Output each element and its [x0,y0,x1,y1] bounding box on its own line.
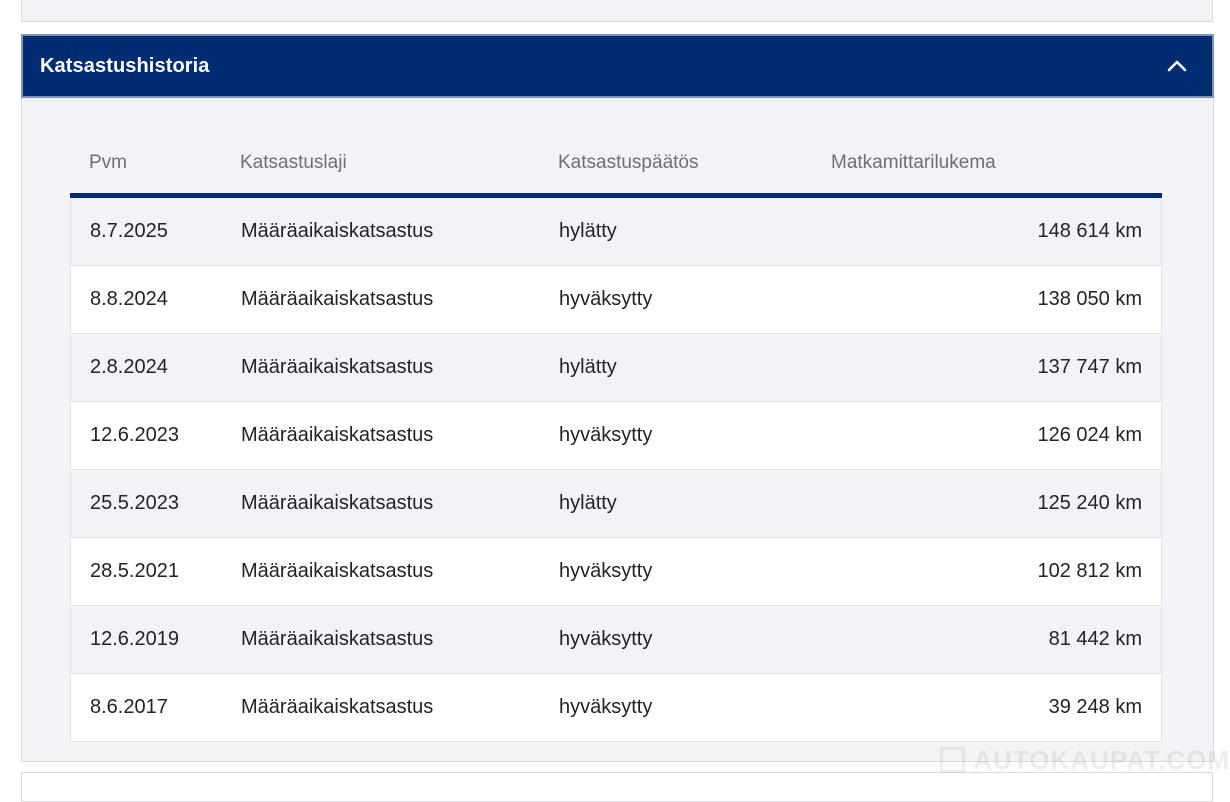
cell-date: 25.5.2023 [90,492,179,514]
cell-result: hylätty [559,220,617,242]
cell-result: hyväksytty [559,424,653,446]
cell-odometer: 39 248 km [1048,696,1142,718]
cell-type: Määräaikaiskatsastus [241,628,434,650]
inspection-history-header[interactable]: Katsastushistoria [21,34,1214,98]
cell-odometer: 81 442 km [1048,628,1142,650]
table-row: 12.6.2019 Määräaikaiskatsastus hyväksytt… [71,606,1161,674]
chevron-up-icon[interactable] [1166,55,1188,77]
cell-result: hyväksytty [559,696,653,718]
cell-odometer: 138 050 km [1037,288,1142,310]
table-row: 8.6.2017 Määräaikaiskatsastus hyväksytty… [71,674,1161,742]
cell-date: 8.6.2017 [90,696,168,718]
cell-type: Määräaikaiskatsastus [241,220,434,242]
cell-date: 12.6.2019 [90,628,179,650]
table-row: 12.6.2023 Määräaikaiskatsastus hyväksytt… [71,402,1161,470]
cell-date: 2.8.2024 [90,356,168,378]
cell-result: hyväksytty [559,560,653,582]
column-header-type: Katsastuslaji [240,152,347,173]
table-row: 25.5.2023 Määräaikaiskatsastus hylätty 1… [71,470,1161,538]
cell-date: 28.5.2021 [90,560,179,582]
cell-type: Määräaikaiskatsastus [241,288,434,310]
column-header-date: Pvm [89,152,127,173]
cell-odometer: 137 747 km [1037,356,1142,378]
table-header: Pvm Katsastuslaji Katsastuspäätös Matkam… [70,133,1162,198]
cell-date: 8.8.2024 [90,288,168,310]
table-row: 8.8.2024 Määräaikaiskatsastus hyväksytty… [71,266,1161,334]
cell-odometer: 102 812 km [1037,560,1142,582]
cell-type: Määräaikaiskatsastus [241,356,434,378]
section-title: Katsastushistoria [40,54,210,77]
table-row: 8.7.2025 Määräaikaiskatsastus hylätty 14… [71,198,1161,266]
cell-result: hyväksytty [559,288,653,310]
cell-type: Määräaikaiskatsastus [241,696,434,718]
cell-date: 12.6.2023 [90,424,179,446]
cell-odometer: 125 240 km [1037,492,1142,514]
cell-result: hylätty [559,492,617,514]
next-section-panel [21,772,1213,802]
cell-odometer: 126 024 km [1037,424,1142,446]
cell-result: hylätty [559,356,617,378]
table-body: 8.7.2025 Määräaikaiskatsastus hylätty 14… [70,198,1162,742]
cell-type: Määräaikaiskatsastus [241,560,434,582]
inspection-history-section: Katsastushistoria Pvm Katsastuslaji Kats… [21,34,1214,762]
table-row: 28.5.2021 Määräaikaiskatsastus hyväksytt… [71,538,1161,606]
cell-odometer: 148 614 km [1037,220,1142,242]
column-header-odometer: Matkamittarilukema [831,152,996,173]
cell-date: 8.7.2025 [90,220,168,242]
cell-type: Määräaikaiskatsastus [241,424,434,446]
inspection-table: Pvm Katsastuslaji Katsastuspäätös Matkam… [70,133,1162,742]
column-header-result: Katsastuspäätös [558,152,699,173]
cell-type: Määräaikaiskatsastus [241,492,434,514]
table-row: 2.8.2024 Määräaikaiskatsastus hylätty 13… [71,334,1161,402]
previous-section-panel [21,0,1213,22]
cell-result: hyväksytty [559,628,653,650]
